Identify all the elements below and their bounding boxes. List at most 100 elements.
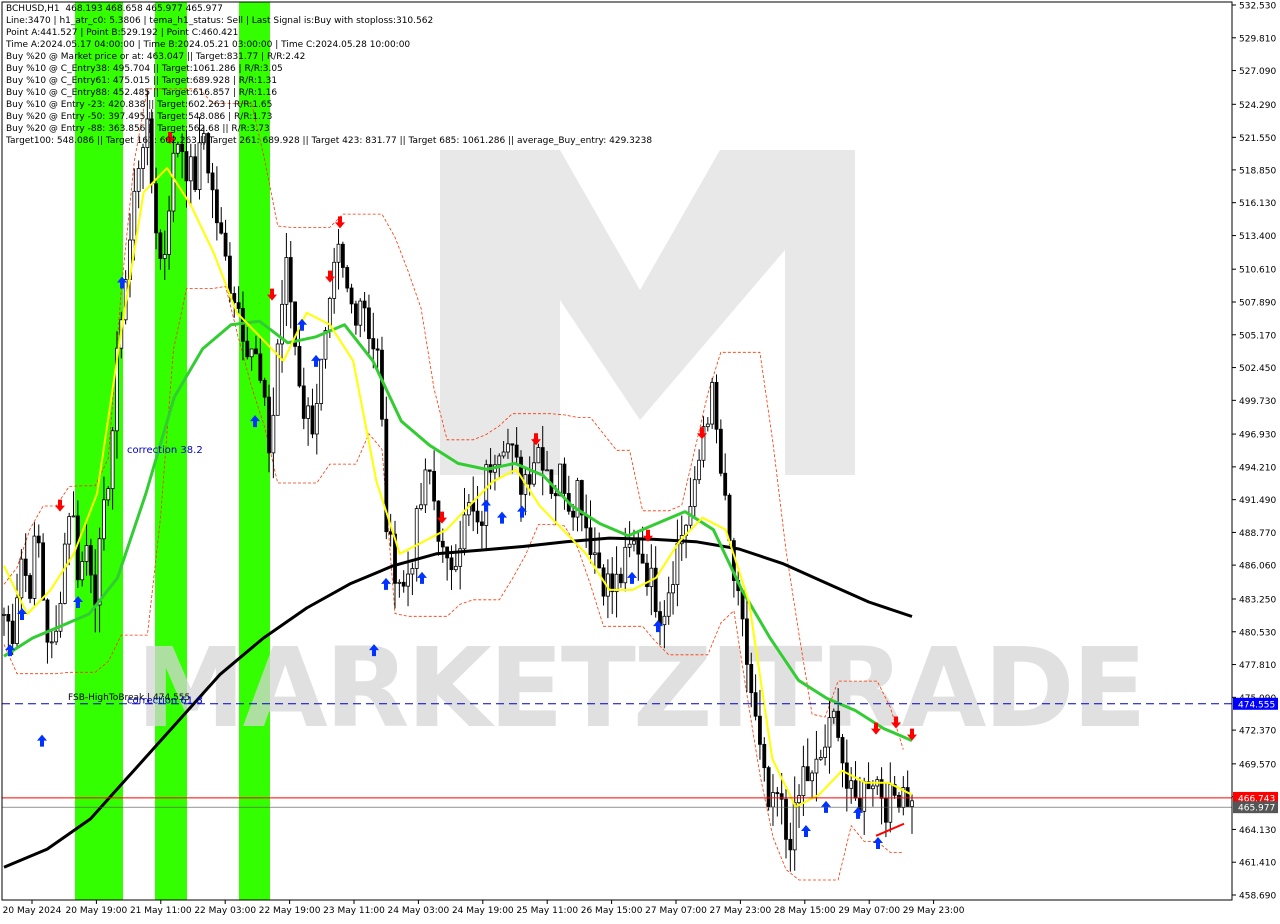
buy-arrow-icon [481, 499, 491, 512]
candle-body [545, 469, 549, 472]
candle-body [571, 510, 576, 518]
candle-body [180, 143, 185, 152]
y-tick-label: 486.060 [1239, 562, 1276, 572]
candle-body [193, 156, 198, 190]
candle-body [844, 762, 849, 789]
candle-body [2, 614, 6, 616]
candle-body [714, 381, 719, 430]
candle-body [506, 443, 510, 453]
price-tag-label: 465.977 [1238, 804, 1275, 814]
y-tick-label: 513.400 [1239, 232, 1276, 242]
candle-body [823, 746, 828, 758]
candle-body [371, 338, 376, 350]
buy-arrow-icon [497, 511, 507, 524]
fib-annotation: correction 38.2 [127, 445, 203, 456]
y-tick-label: 461.410 [1239, 859, 1276, 869]
candle-body [102, 499, 106, 540]
signal-zone [239, 2, 270, 900]
y-tick-label: 521.550 [1239, 134, 1276, 144]
y-tick-label: 483.250 [1239, 595, 1276, 605]
candle-body [288, 257, 293, 303]
candle-body [723, 472, 728, 496]
candle-body [910, 800, 914, 807]
candle-body [484, 464, 489, 526]
candle-body [536, 447, 541, 464]
x-tick-label: 29 May 07:00 [838, 906, 900, 916]
candle-body [401, 581, 406, 587]
candle-body [788, 838, 793, 851]
candle-body [80, 561, 85, 581]
x-tick-label: 27 May 23:00 [710, 906, 772, 916]
x-tick-label: 28 May 15:00 [774, 906, 836, 916]
buy-arrow-icon [381, 577, 391, 590]
candle-body [553, 493, 558, 497]
candle-body [814, 758, 819, 774]
candle-body [314, 403, 319, 435]
candle-body [419, 504, 423, 509]
candle-body [6, 614, 11, 622]
candle-body [831, 710, 836, 719]
y-tick-label: 491.490 [1239, 496, 1276, 506]
candle-body [827, 717, 832, 748]
candle-body [84, 545, 89, 562]
candle-body [245, 340, 250, 358]
candle-body [258, 353, 263, 381]
y-tick-label: 480.530 [1239, 628, 1276, 638]
candle-body [640, 553, 645, 564]
candle-body [15, 597, 19, 644]
candle-body [249, 348, 254, 358]
candle-body [840, 737, 845, 764]
candle-body [88, 545, 93, 576]
candle-body [306, 405, 311, 419]
candle-body [175, 143, 180, 154]
signal-zone [75, 2, 123, 900]
chart-stage: MARKETZITRADE FSB-HighToBreak | 474.555 c… [0, 0, 1280, 920]
y-tick-label: 518.850 [1239, 166, 1276, 176]
candle-body [319, 358, 324, 404]
candle-body [145, 118, 150, 148]
candle-body [254, 348, 258, 355]
x-tick-label: 22 May 03:00 [194, 906, 256, 916]
candle-body [106, 488, 111, 501]
candle-body [853, 780, 858, 799]
y-tick-label: 510.610 [1239, 266, 1276, 276]
candle-body [358, 300, 363, 326]
y-tick-label: 494.210 [1239, 463, 1276, 473]
buy-arrow-icon [417, 571, 427, 584]
x-tick-label: 29 May 23:00 [903, 906, 965, 916]
y-tick-label: 516.130 [1239, 199, 1276, 209]
candle-body [727, 494, 732, 542]
candle-body [905, 787, 910, 807]
y-tick-label: 496.930 [1239, 431, 1276, 441]
y-tick-label: 507.890 [1239, 298, 1276, 308]
candle-body [514, 444, 519, 458]
x-tick-label: 27 May 07:00 [645, 906, 707, 916]
candle-body [406, 573, 410, 587]
candle-body [97, 538, 102, 606]
candle-body [375, 348, 380, 351]
candle-body [766, 767, 771, 808]
candle-body [562, 463, 567, 494]
sell-arrow-icon [55, 499, 65, 512]
candle-body [219, 222, 224, 234]
candle-body [592, 552, 597, 555]
candle-body [627, 543, 632, 548]
candle-body [805, 766, 810, 782]
candle-body [62, 543, 67, 604]
candle-body [775, 792, 780, 795]
candle-body [49, 641, 54, 644]
candle-body [649, 567, 654, 588]
watermark-logo [440, 150, 855, 475]
candle-body [228, 255, 232, 294]
candle-body [440, 540, 445, 548]
fib-annotation: correction 61.8 [127, 696, 203, 707]
candle-body [32, 535, 37, 599]
candle-body [884, 797, 888, 823]
candle-body [662, 615, 667, 626]
candle-body [792, 802, 797, 851]
candle-body [762, 743, 767, 769]
sell-arrow-icon [697, 427, 707, 440]
candle-body [836, 710, 841, 738]
candle-body [705, 423, 710, 428]
y-tick-label: 488.770 [1239, 529, 1276, 539]
